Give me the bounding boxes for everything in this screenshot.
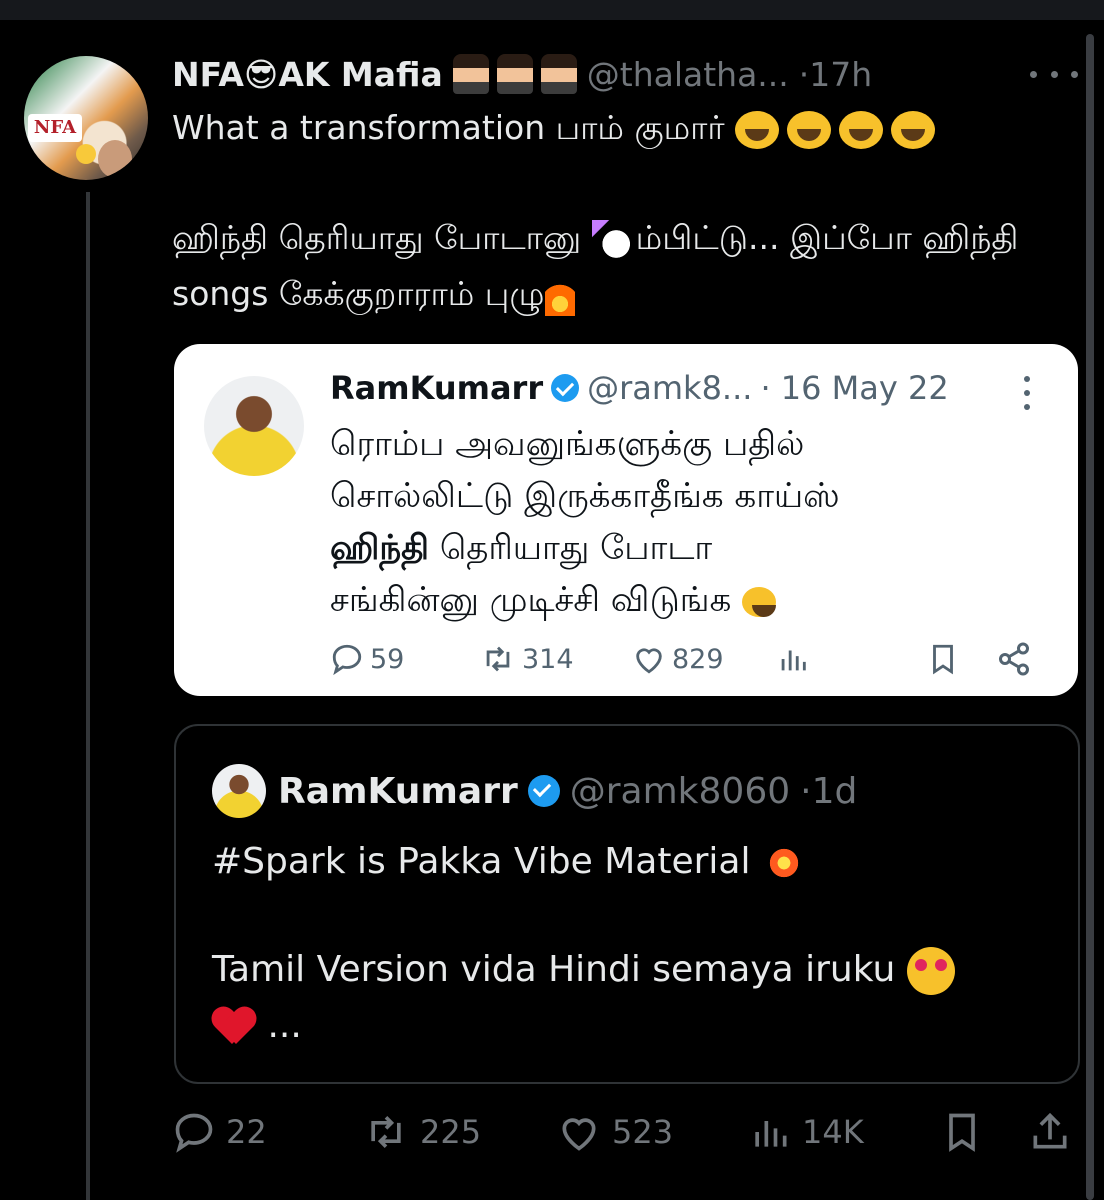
more-icon — [1024, 376, 1032, 410]
thread-line — [86, 192, 90, 1200]
quoted-text-line: ரொம்ப அவனுங்களுக்கு பதில் — [330, 424, 805, 464]
display-name[interactable]: RamKumarr — [278, 771, 518, 812]
share-button[interactable] — [1028, 1108, 1072, 1156]
quoted-tweet-card[interactable]: RamKumarr @ramk8060 ·1d #Spark is Pakka … — [174, 724, 1080, 1084]
bookmark-icon — [949, 1113, 975, 1152]
reply-count: 59 — [370, 643, 405, 675]
vampire-emoji-icon — [540, 54, 577, 94]
views-icon — [755, 1121, 787, 1147]
verified-icon — [527, 775, 560, 807]
tweet-time[interactable]: ·17h — [799, 55, 872, 94]
quoted-text-line1: #Spark is Pakka Vibe Material — [212, 841, 751, 882]
quoted-text: #Spark is Pakka Vibe Material Tamil Vers… — [212, 834, 1012, 1054]
tweet-text-line1: What a transformation பாம் குமார் — [172, 108, 725, 147]
red-heart-emoji-icon — [212, 1006, 256, 1048]
reply-count: 22 — [226, 1113, 267, 1151]
retweet-button[interactable]: 225 — [362, 1108, 481, 1156]
bookmark-button[interactable] — [940, 1108, 984, 1156]
laugh-emoji-row — [735, 110, 936, 149]
reply-action: 59 — [330, 636, 404, 682]
tweet-text-paragraph: ஹிந்தி தெரியாது போடானு ம்பிட்டு... இப்போ… — [172, 210, 1052, 322]
laughing-emoji-icon — [742, 586, 777, 617]
laughing-emoji-icon — [787, 110, 832, 149]
heart-eyes-emoji-icon — [906, 947, 955, 995]
vampire-emoji-icon — [496, 54, 533, 94]
collision-emoji-icon — [761, 841, 806, 885]
avatar[interactable]: NFA — [24, 56, 148, 180]
name-emoji-row — [452, 54, 577, 94]
scrollbar[interactable] — [1086, 34, 1094, 1200]
vampire-emoji-icon — [452, 54, 489, 94]
ellipsis: ... — [267, 1005, 302, 1046]
tweet-header: NFA😎AK Mafia @thalatha... ·17h — [172, 52, 872, 96]
fire-emoji-icon — [544, 275, 575, 316]
like-count: 829 — [672, 643, 724, 675]
views-count: 14K — [802, 1113, 864, 1151]
views-icon — [781, 650, 806, 671]
quoted-text-line: சொல்லிட்டு இருக்காதீங்க காய்ஸ் — [330, 476, 840, 516]
like-action: 829 — [632, 636, 724, 682]
retweet-icon — [371, 1116, 401, 1148]
verified-icon — [551, 374, 580, 402]
like-icon — [562, 1118, 596, 1151]
share-icon — [999, 642, 1029, 676]
like-count: 523 — [612, 1113, 674, 1151]
quoted-text-rest: தெரியாது போடா — [429, 528, 713, 568]
quoted-action-bar: 59 314 829 — [330, 636, 1040, 682]
more-icon[interactable] — [1030, 60, 1078, 88]
user-handle[interactable]: @thalatha... — [587, 55, 789, 94]
share-icon — [1033, 1112, 1067, 1149]
quoted-header: RamKumarr @ramk8... · 16 May 22 — [330, 366, 949, 410]
top-bar — [0, 0, 1104, 20]
quoted-text: ரொம்ப அவனுங்களுக்கு பதில் சொல்லிட்டு இரு… — [330, 418, 1050, 626]
reply-button[interactable]: 22 — [172, 1108, 267, 1156]
quoted-text-line: ஹிந்தி தெரியாது போடா — [330, 522, 1050, 574]
like-button[interactable]: 523 — [556, 1108, 673, 1156]
retweet-count: 225 — [420, 1113, 482, 1151]
tweet-time: · 16 May 22 — [760, 369, 949, 407]
avatar — [204, 376, 304, 476]
share-action — [996, 636, 1032, 682]
user-handle[interactable]: @ramk8060 — [570, 771, 790, 812]
bookmark-icon — [933, 644, 953, 675]
tweet-text-part-a: ஹிந்தி தெரியாது போடானு — [172, 218, 592, 257]
quoted-screenshot-card[interactable]: RamKumarr @ramk8... · 16 May 22 ரொம்ப அவ… — [174, 344, 1078, 696]
laughing-emoji-icon — [891, 110, 936, 149]
bookmark-action — [926, 636, 960, 682]
tweet-text-line: What a transformation பாம் குமார் — [172, 100, 1052, 156]
avatar[interactable] — [212, 764, 266, 818]
display-name[interactable]: NFA😎AK Mafia — [172, 55, 443, 94]
tweet-time[interactable]: ·1d — [800, 771, 857, 812]
like-icon — [636, 648, 662, 674]
quoted-text-line: சங்கின்னு முடிச்சி விடுங்க — [330, 574, 1050, 626]
user-handle: @ramk8... — [587, 369, 753, 407]
avatar-face — [98, 140, 132, 178]
reply-icon — [332, 644, 362, 676]
quoted-header: RamKumarr @ramk8060 ·1d — [278, 766, 857, 816]
avatar-nfa-label: NFA — [28, 114, 82, 142]
display-name: RamKumarr — [330, 369, 544, 407]
quoted-text-line4: சங்கின்னு முடிச்சி விடுங்க — [330, 580, 732, 620]
views-action — [776, 636, 810, 682]
quoted-text-line2: Tamil Version vida Hindi semaya iruku — [212, 949, 896, 990]
tweet-text: What a transformation பாம் குமார் ஹிந்தி… — [172, 100, 1052, 322]
retweet-icon — [486, 646, 510, 672]
avatar-smiley — [76, 144, 96, 164]
retweet-action: 314 — [480, 636, 574, 682]
tweet-action-bar: 22 225 523 14K — [172, 1108, 1078, 1156]
unicorn-emoji-icon — [591, 219, 636, 260]
reply-icon — [175, 1113, 213, 1153]
quoted-text-bold: ஹிந்தி — [330, 528, 430, 568]
laughing-emoji-icon — [839, 110, 884, 149]
views-button[interactable]: 14K — [748, 1108, 864, 1156]
laughing-emoji-icon — [735, 110, 780, 149]
retweet-count: 314 — [522, 643, 574, 675]
